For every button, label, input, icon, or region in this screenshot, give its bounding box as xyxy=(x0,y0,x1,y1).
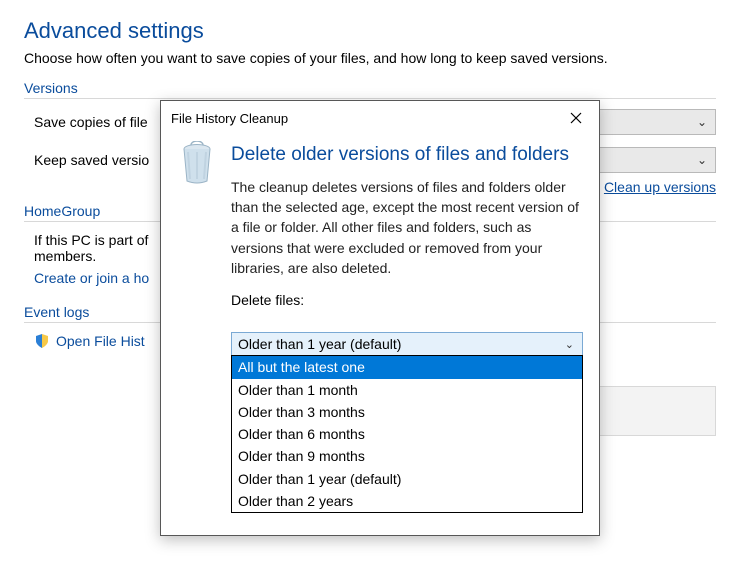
homegroup-join-link[interactable]: Create or join a ho xyxy=(34,270,149,286)
chevron-down-icon: ⌄ xyxy=(697,153,707,167)
section-versions-header: Versions xyxy=(24,80,716,96)
delete-files-dropdown: All but the latest oneOlder than 1 month… xyxy=(231,355,583,513)
dropdown-option[interactable]: Older than 1 year (default) xyxy=(232,468,582,490)
dropdown-option[interactable]: Older than 9 months xyxy=(232,445,582,467)
dialog-title: File History Cleanup xyxy=(171,111,288,126)
chevron-down-icon: ⌄ xyxy=(565,338,574,351)
page-title: Advanced settings xyxy=(24,18,716,44)
dropdown-option[interactable]: Older than 2 years xyxy=(232,490,582,512)
chevron-down-icon: ⌄ xyxy=(697,115,707,129)
cleanup-versions-link[interactable]: Clean up versions xyxy=(604,179,716,195)
dialog-heading: Delete older versions of files and folde… xyxy=(231,143,583,167)
delete-files-selected-value: Older than 1 year (default) xyxy=(238,336,401,352)
delete-files-select[interactable]: Older than 1 year (default) ⌄ xyxy=(231,332,583,356)
page-subtitle: Choose how often you want to save copies… xyxy=(24,50,716,66)
dropdown-option[interactable]: Older than 6 months xyxy=(232,423,582,445)
homegroup-text-prefix: If this PC is part of xyxy=(34,232,148,248)
dropdown-option[interactable]: All but the latest one xyxy=(232,356,582,378)
file-history-cleanup-dialog: File History Cleanup Delete older versio… xyxy=(160,100,600,536)
close-icon xyxy=(570,112,582,124)
delete-files-label: Delete files: xyxy=(231,292,583,308)
recycle-bin-icon xyxy=(177,141,217,185)
divider xyxy=(24,98,716,99)
dialog-description: The cleanup deletes versions of files an… xyxy=(231,177,583,278)
dropdown-option[interactable]: Older than 1 month xyxy=(232,379,582,401)
open-file-history-link[interactable]: Open File Hist xyxy=(56,333,145,349)
shield-icon xyxy=(34,333,50,349)
close-button[interactable] xyxy=(563,107,589,129)
homegroup-text-suffix: members. xyxy=(34,248,96,264)
dropdown-option[interactable]: Older than 3 months xyxy=(232,401,582,423)
